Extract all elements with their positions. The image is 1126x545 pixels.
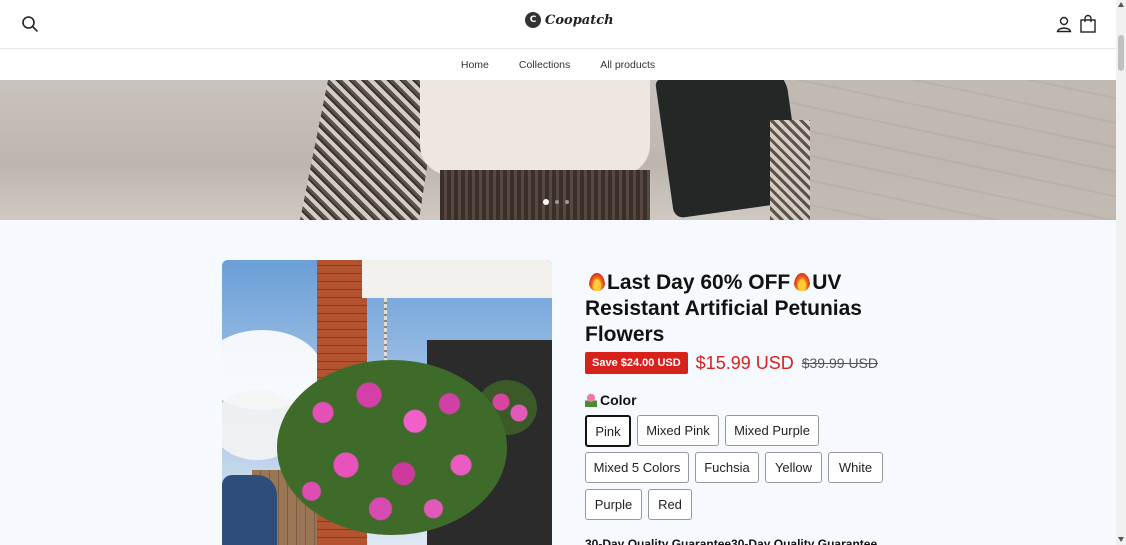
scroll-up-arrow-icon[interactable] xyxy=(1118,2,1124,7)
color-swatch-white[interactable]: White xyxy=(828,452,883,483)
slide-dot-2[interactable] xyxy=(555,200,559,204)
account-icon[interactable] xyxy=(1055,15,1073,33)
color-swatch-mixed-pink[interactable]: Mixed Pink xyxy=(637,415,719,446)
color-swatch-mixed-purple[interactable]: Mixed Purple xyxy=(725,415,819,446)
hero-coat xyxy=(300,80,440,220)
slideshow-dots xyxy=(543,199,569,205)
nav-item-collections[interactable]: Collections xyxy=(516,59,573,71)
color-swatch-yellow[interactable]: Yellow xyxy=(765,452,822,483)
nav-item-all-products[interactable]: All products xyxy=(597,59,658,71)
main-nav: Home Collections All products xyxy=(0,49,1116,80)
title-part-1: Last Day 60% OFF xyxy=(607,271,791,294)
search-icon[interactable] xyxy=(20,14,40,34)
logo-text: Coopatch xyxy=(545,12,614,28)
scrollbar[interactable] xyxy=(1116,0,1126,545)
scroll-down-arrow-icon[interactable] xyxy=(1118,537,1124,542)
site-logo[interactable]: C Coopatch xyxy=(525,12,614,28)
rose-icon xyxy=(585,393,597,407)
site-header: C Coopatch xyxy=(0,0,1116,49)
color-swatch-purple[interactable]: Purple xyxy=(585,489,642,520)
image-roof xyxy=(362,260,552,298)
product-title: Last Day 60% OFF UV Resistant Artificial … xyxy=(585,270,915,348)
compare-price: $39.99 USD xyxy=(801,355,879,371)
fire-icon xyxy=(589,273,605,291)
nav-item-home[interactable]: Home xyxy=(458,59,492,71)
hero-coat-edge xyxy=(770,120,810,220)
image-chain xyxy=(384,298,387,368)
color-swatch-fuchsia[interactable]: Fuchsia xyxy=(695,452,759,483)
color-swatch-mixed-5-colors[interactable]: Mixed 5 Colors xyxy=(585,452,689,483)
slide-dot-3[interactable] xyxy=(565,200,569,204)
image-petunia-basket xyxy=(277,360,507,535)
page: C Coopatch Home Collections All products xyxy=(0,0,1126,545)
product-info: Last Day 60% OFF UV Resistant Artificial … xyxy=(585,270,915,348)
guarantee-text: 30-Day Quality Guarantee30-Day Quality G… xyxy=(585,537,878,545)
scrollbar-thumb[interactable] xyxy=(1118,35,1124,71)
slide-dot-1[interactable] xyxy=(543,199,549,205)
cart-icon[interactable] xyxy=(1079,14,1097,34)
product-image[interactable] xyxy=(222,260,552,545)
option-label-text: Color xyxy=(600,392,637,408)
price-row: Save $24.00 USD $15.99 USD $39.99 USD xyxy=(585,352,878,374)
color-swatch-red[interactable]: Red xyxy=(648,489,692,520)
sale-price: $15.99 USD xyxy=(695,352,794,373)
product-section xyxy=(0,220,1116,545)
hero-blouse xyxy=(420,80,650,175)
fire-icon xyxy=(794,273,811,291)
logo-mark: C xyxy=(525,12,541,28)
color-option-label: Color xyxy=(585,392,637,408)
hero-banner[interactable] xyxy=(0,80,1116,220)
hero-skirt xyxy=(440,170,650,220)
image-car xyxy=(222,475,277,545)
save-badge: Save $24.00 USD xyxy=(585,352,688,374)
hero-background xyxy=(770,80,1116,220)
color-swatch-pink[interactable]: Pink xyxy=(585,415,631,447)
